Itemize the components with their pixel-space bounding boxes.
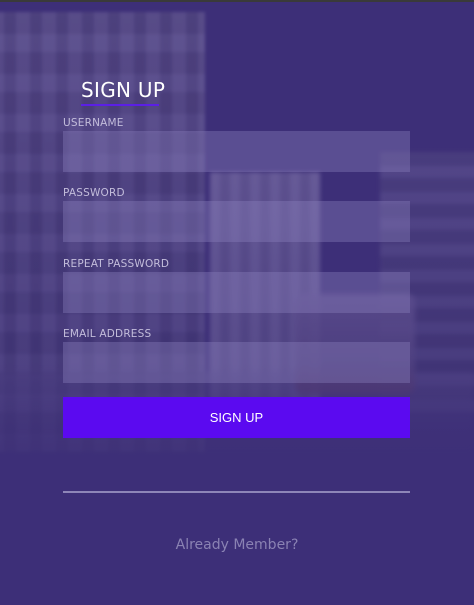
email-input[interactable] [63, 342, 410, 383]
divider [63, 491, 410, 493]
signup-button[interactable]: SIGN UP [63, 397, 410, 438]
username-input[interactable] [63, 131, 410, 172]
already-member-link[interactable]: Already Member? [0, 537, 474, 553]
form-title: SIGN UP [81, 78, 166, 102]
repeat-password-input[interactable] [63, 272, 410, 313]
username-label: USERNAME [63, 117, 124, 129]
title-underline [81, 104, 159, 106]
email-label: EMAIL ADDRESS [63, 328, 152, 340]
password-input[interactable] [63, 201, 410, 242]
password-label: PASSWORD [63, 187, 125, 199]
repeat-password-label: REPEAT PASSWORD [63, 258, 170, 270]
